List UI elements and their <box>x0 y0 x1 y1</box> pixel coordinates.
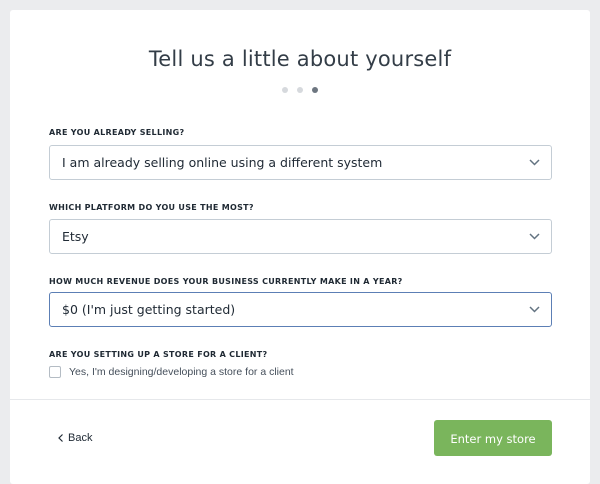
enter-store-button[interactable]: Enter my store <box>434 420 552 456</box>
back-label: Back <box>68 432 93 444</box>
step-indicator <box>282 87 318 93</box>
client-store-checkbox-label[interactable]: Yes, I'm designing/developing a store fo… <box>69 366 294 378</box>
already-selling-select[interactable]: I am already selling online using a diff… <box>49 145 552 180</box>
footer-divider <box>10 399 590 400</box>
revenue-value: $0 (I'm just getting started) <box>62 302 236 317</box>
back-link[interactable]: Back <box>58 432 92 444</box>
chevron-down-icon <box>529 233 540 240</box>
platform-value: Etsy <box>62 229 89 244</box>
already-selling-value: I am already selling online using a diff… <box>62 155 383 170</box>
page-title: Tell us a little about yourself <box>148 47 452 71</box>
revenue-select[interactable]: $0 (I'm just getting started) <box>49 292 552 327</box>
step-dot-3-active <box>312 87 318 93</box>
chevron-down-icon <box>529 306 540 313</box>
already-selling-label: ARE YOU ALREADY SELLING? <box>49 128 185 137</box>
platform-label: WHICH PLATFORM DO YOU USE THE MOST? <box>49 203 254 212</box>
chevron-left-icon <box>58 434 63 442</box>
chevron-down-icon <box>529 159 540 166</box>
client-store-row: Yes, I'm designing/developing a store fo… <box>49 366 294 378</box>
revenue-label: HOW MUCH REVENUE DOES YOUR BUSINESS CURR… <box>49 277 403 286</box>
client-store-label: ARE YOU SETTING UP A STORE FOR A CLIENT? <box>49 350 268 359</box>
step-dot-1 <box>282 87 288 93</box>
client-store-checkbox[interactable] <box>49 366 61 378</box>
step-dot-2 <box>297 87 303 93</box>
platform-select[interactable]: Etsy <box>49 219 552 254</box>
